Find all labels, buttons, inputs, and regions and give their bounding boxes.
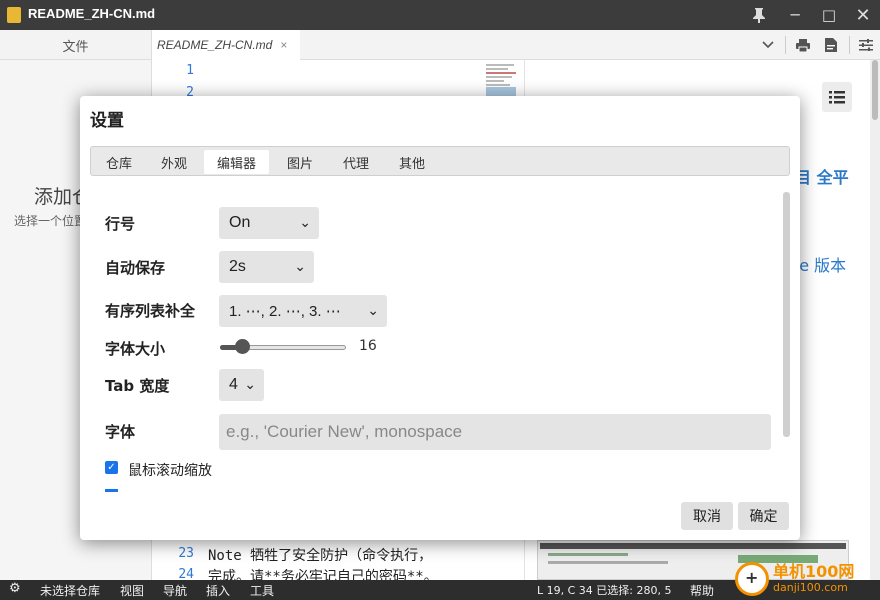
- line-number: 23: [178, 546, 194, 561]
- line-numbers-select[interactable]: On ⌄: [219, 207, 319, 239]
- watermark-url: danji100.com: [773, 581, 848, 594]
- document-tab[interactable]: README_ZH-CN.md ×: [152, 30, 300, 60]
- settings-scrollbar[interactable]: [783, 192, 790, 437]
- print-icon[interactable]: [792, 30, 814, 60]
- settings-dialog: 设置 仓库 外观 编辑器 图片 代理 其他 行号 On ⌄ 自动保存 2s ⌄ …: [80, 96, 800, 540]
- export-pdf-icon[interactable]: [820, 30, 842, 60]
- menu-navigate[interactable]: 导航: [163, 582, 187, 599]
- cursor-position: L 19, C 34 已选择: 280, 5: [537, 584, 672, 597]
- tab-width-select[interactable]: 4 ⌄: [219, 369, 264, 401]
- ordered-list-select[interactable]: 1. ⋯, 2. ⋯, 3. ⋯ ⌄: [219, 295, 387, 327]
- preview-link[interactable]: re 版本: [793, 252, 846, 276]
- divider: [849, 36, 850, 54]
- mouse-zoom-label: 鼠标滚动缩放: [128, 463, 212, 479]
- repo-status[interactable]: 未选择仓库: [40, 582, 100, 599]
- title-bar: README_ZH-CN.md ─ □ ✕: [0, 0, 880, 30]
- ok-button[interactable]: 确定: [738, 502, 789, 530]
- code-line[interactable]: Note 牺牲了安全防护（命令执行，: [208, 545, 432, 565]
- plus-icon: +: [745, 568, 759, 587]
- settings-sliders-icon[interactable]: [855, 30, 877, 60]
- menu-help[interactable]: 帮助: [690, 582, 714, 599]
- divider: [785, 36, 786, 54]
- line-numbers-value: On: [229, 214, 251, 231]
- autosave-select[interactable]: 2s ⌄: [219, 251, 314, 283]
- sidebar-hint: 选择一个位置: [14, 214, 80, 228]
- markdown-file-icon: [7, 7, 21, 23]
- autosave-label: 自动保存: [105, 259, 166, 277]
- pin-icon[interactable]: [742, 0, 776, 30]
- font-size-label: 字体大小: [105, 340, 166, 358]
- menu-insert[interactable]: 插入: [206, 582, 230, 599]
- chevron-down-icon: ⌄: [294, 258, 306, 274]
- tab-width-label: Tab 宽度: [105, 377, 170, 395]
- settings-tabs: 仓库 外观 编辑器 图片 代理 其他: [90, 146, 790, 176]
- font-family-input[interactable]: e.g., 'Courier New', monospace: [219, 414, 771, 450]
- chevron-down-icon[interactable]: [756, 30, 780, 60]
- maximize-button[interactable]: □: [812, 0, 846, 30]
- minimize-button[interactable]: ─: [778, 0, 812, 30]
- chevron-down-icon: ⌄: [244, 376, 256, 392]
- chevron-down-icon: ⌄: [367, 302, 379, 318]
- preview-scrollbar[interactable]: [870, 60, 880, 580]
- mouse-zoom-checkbox[interactable]: ✓: [105, 461, 118, 474]
- watermark-text: 单机100网: [773, 562, 855, 581]
- font-size-slider-handle[interactable]: [235, 339, 250, 354]
- tab-width-value: 4: [229, 376, 238, 393]
- tab-proxy[interactable]: 代理: [330, 150, 382, 174]
- window-title: README_ZH-CN.md: [28, 6, 156, 21]
- dialog-title: 设置: [90, 111, 124, 131]
- tab-appearance[interactable]: 外观: [148, 150, 200, 174]
- next-checkbox-partial[interactable]: [105, 489, 118, 492]
- ordered-list-label: 有序列表补全: [105, 302, 196, 320]
- font-size-value: 16: [359, 338, 377, 354]
- add-repository-heading[interactable]: 添加仓库: [34, 182, 82, 209]
- tab-repository[interactable]: 仓库: [93, 150, 145, 174]
- gear-icon[interactable]: ⚙: [9, 581, 21, 596]
- line-number: 1: [186, 63, 194, 78]
- menu-view[interactable]: 视图: [120, 582, 144, 599]
- tab-image[interactable]: 图片: [274, 150, 326, 174]
- watermark-logo: + 单机100网 danji100.com: [735, 556, 875, 600]
- cancel-button[interactable]: 取消: [681, 502, 733, 530]
- chevron-down-icon: ⌄: [299, 214, 311, 230]
- tab-other[interactable]: 其他: [386, 150, 438, 174]
- menu-tools[interactable]: 工具: [250, 582, 274, 599]
- files-panel-tab[interactable]: 文件: [0, 30, 152, 60]
- tab-editor[interactable]: 编辑器: [204, 150, 270, 174]
- line-numbers-label: 行号: [105, 215, 136, 233]
- outline-toggle-button[interactable]: [822, 82, 852, 112]
- ordered-list-value: 1. ⋯, 2. ⋯, 3. ⋯: [229, 303, 341, 320]
- close-window-button[interactable]: ✕: [846, 0, 880, 30]
- list-icon: [829, 90, 845, 103]
- font-family-label: 字体: [105, 423, 136, 441]
- document-tab-label: README_ZH-CN.md: [157, 38, 273, 52]
- autosave-value: 2s: [229, 258, 246, 275]
- close-tab-icon[interactable]: ×: [280, 38, 287, 52]
- scrollbar-thumb[interactable]: [872, 60, 878, 120]
- preview-text: 目 全平: [795, 168, 849, 187]
